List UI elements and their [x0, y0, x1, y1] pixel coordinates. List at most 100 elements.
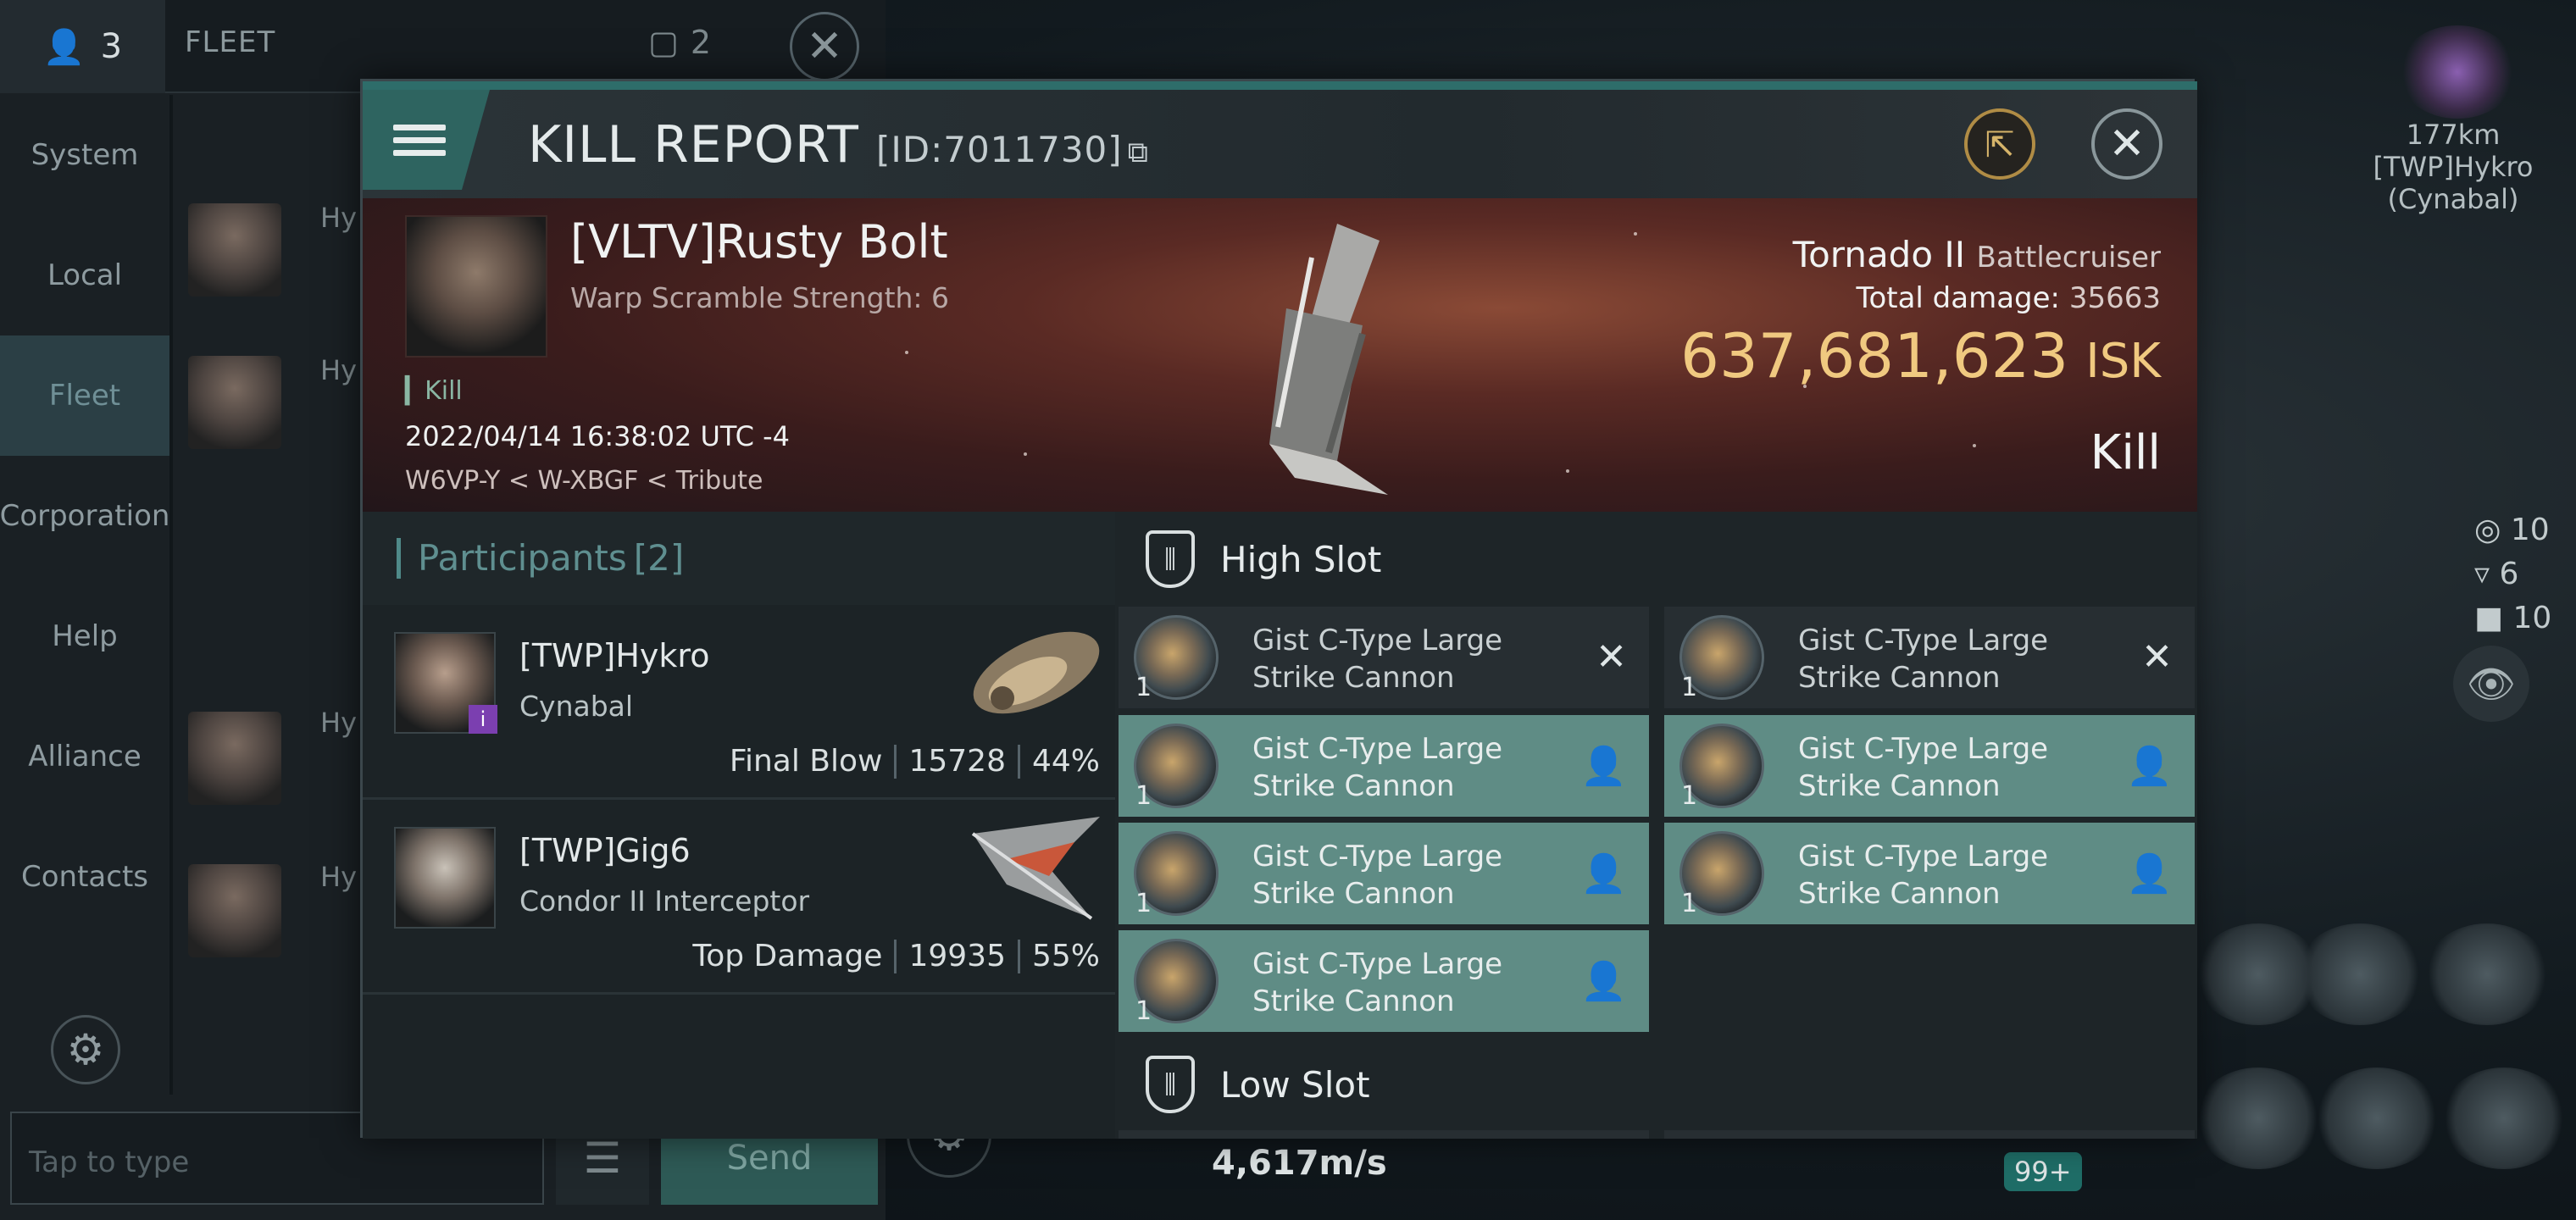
nav-local[interactable]: Local — [0, 215, 169, 336]
module-row[interactable]: 1 Gist C-Type Large Strike Cannon 👤 — [1119, 930, 1649, 1032]
chat-close-icon[interactable]: ✕ — [790, 12, 859, 81]
module-name: Gist C-Type Large Strike Cannon — [1252, 840, 1503, 911]
copy-icon[interactable]: ⧉ — [1128, 136, 1149, 169]
destroyed-x-icon: ✕ — [1596, 635, 1627, 679]
module-slot[interactable] — [2423, 923, 2551, 1025]
close-icon[interactable]: ✕ — [2091, 108, 2162, 180]
module-slot[interactable] — [2195, 1068, 2322, 1169]
participant-ship-image — [973, 631, 1100, 714]
low-slot-header: ⫼ Low Slot — [1115, 1037, 2197, 1132]
settings-gear-icon[interactable]: ⚙ — [51, 1015, 120, 1084]
nav-alliance[interactable]: Alliance — [0, 696, 169, 817]
participant-ship: Condor II Interceptor — [519, 884, 810, 918]
module-row[interactable]: 1 Gist C-Type Large Strike Cannon 👤 — [1664, 823, 2195, 924]
module-slot[interactable] — [2296, 923, 2423, 1025]
info-icon[interactable]: i — [469, 705, 497, 734]
kill-timestamp: 2022/04/14 16:38:02 UTC -4 — [405, 420, 791, 452]
nav-system[interactable]: System — [0, 95, 169, 215]
participant-stats: Top Damage 19935 55% — [692, 939, 1100, 973]
speed-readout: 4,617m/s — [1212, 1144, 1387, 1183]
module-name: Gist C-Type Large Strike Cannon — [1252, 624, 1503, 695]
chat-sender: Hy — [320, 707, 357, 739]
person-icon: 👤 — [42, 27, 86, 67]
module-name: Gist C-Type Large Strike Cannon — [1798, 732, 2049, 803]
victim-avatar[interactable] — [405, 215, 547, 358]
target-name: [TWP]Hykro — [2373, 151, 2534, 183]
shield-icon: ⫼ — [1146, 1056, 1195, 1113]
participant-name: [TWP]Hykro — [519, 637, 710, 674]
target-ship: (Cynabal) — [2387, 183, 2519, 215]
report-title: KILL REPORT — [528, 115, 859, 175]
chat-nav: System Local Fleet Corporation Help Alli… — [0, 95, 169, 937]
hud-stat: ◎ 10 — [2474, 513, 2550, 547]
chat-avatar[interactable] — [188, 356, 281, 449]
shield-icon: ⫼ — [1146, 530, 1195, 588]
module-name: Gist C-Type Large Strike Cannon — [1252, 947, 1503, 1018]
fleet-tab-label: FLEET — [185, 25, 276, 59]
participant-row[interactable]: [TWP]Gig6 Condor II Interceptor Top Dama… — [363, 800, 1117, 995]
module-row[interactable]: 1 Gist C-Type Large Strike Cannon ✕ — [1119, 607, 1649, 708]
participants-title: Participants [2] — [397, 537, 684, 579]
chat-avatar[interactable] — [188, 712, 281, 805]
participant-stats: Final Blow 15728 44% — [729, 744, 1100, 779]
fitting-panel: ⫼ High Slot 1 Gist C-Type Large Strike Ca… — [1115, 512, 2197, 1139]
module-name: Gist C-Type Large Strike Cannon — [1798, 624, 2049, 695]
victim-subtitle: Warp Scramble Strength: 6 — [570, 281, 950, 314]
target-icon[interactable] — [2398, 25, 2517, 119]
report-id: [ID:7011730] — [875, 129, 1123, 170]
result-label: Kill — [2090, 425, 2161, 480]
window-icon: ▢ — [648, 24, 679, 61]
dropped-person-icon: 👤 — [1580, 960, 1627, 1003]
nav-fleet[interactable]: Fleet — [0, 336, 169, 456]
module-slot[interactable] — [2313, 1068, 2440, 1169]
module-row[interactable]: 1 Gist C-Type Large Strike Cannon 👤 — [1664, 715, 2195, 817]
kill-report-modal: KILL REPORT [ID:7011730] ⧉ ⇱ ✕ [VLTV]Rus… — [360, 79, 2197, 1139]
module-qty: 1 — [1135, 996, 1152, 1026]
dropped-person-icon: 👤 — [2126, 745, 2173, 788]
module-row[interactable]: 1 Gist C-Type Large Strike Cannon 👤 — [1119, 715, 1649, 817]
participant-ship: Cynabal — [519, 690, 634, 723]
chat-sender: Hy — [320, 202, 357, 234]
nav-corporation[interactable]: Corporation — [0, 456, 169, 576]
member-count: 3 — [100, 27, 123, 66]
dropped-person-icon: 👤 — [2126, 852, 2173, 896]
kill-location: W6VP-Y < W-XBGF < Tribute — [405, 466, 763, 496]
target-distance: 177km — [2406, 119, 2501, 151]
module-row-partial[interactable] — [1119, 1130, 1649, 1139]
destroyed-x-icon: ✕ — [2141, 635, 2173, 679]
module-slot[interactable] — [2440, 1068, 2568, 1169]
dropped-person-icon: 👤 — [1580, 852, 1627, 896]
module-name: Gist C-Type Large Strike Cannon — [1252, 732, 1503, 803]
kill-banner: [VLTV]Rusty Bolt Warp Scramble Strength:… — [363, 198, 2197, 512]
module-qty: 1 — [1681, 673, 1698, 702]
kill-tag: ▎Kill — [405, 376, 463, 406]
module-row-partial[interactable] — [1664, 1130, 2195, 1139]
eye-icon[interactable]: 👁 — [2453, 646, 2529, 722]
module-qty: 1 — [1135, 781, 1152, 811]
nav-help[interactable]: Help — [0, 576, 169, 696]
participant-row[interactable]: i [TWP]Hykro Cynabal Final Blow 15728 44… — [363, 605, 1117, 800]
module-qty: 1 — [1681, 781, 1698, 811]
participant-ship-image — [971, 817, 1100, 920]
share-icon[interactable]: ⇱ — [1964, 108, 2035, 180]
victim-ship-image — [1269, 224, 1388, 495]
chat-avatar[interactable] — [188, 864, 281, 957]
chat-sender: Hy — [320, 861, 357, 893]
total-damage: Total damage: 35663 — [1856, 281, 2161, 315]
high-slot-header: ⫼ High Slot — [1115, 512, 2197, 607]
menu-icon[interactable] — [363, 90, 490, 190]
hud-stat: ■ 10 — [2474, 601, 2552, 635]
member-count-button[interactable]: 👤 3 — [0, 0, 165, 93]
participant-avatar[interactable] — [394, 827, 496, 929]
nav-contacts[interactable]: Contacts — [0, 817, 169, 937]
module-qty: 1 — [1135, 673, 1152, 702]
module-qty: 1 — [1135, 889, 1152, 918]
victim-name[interactable]: [VLTV]Rusty Bolt — [570, 215, 948, 269]
nav-divider — [169, 95, 173, 1095]
module-row[interactable]: 1 Gist C-Type Large Strike Cannon ✕ — [1664, 607, 2195, 708]
ship-name-line: Tornado II Battlecruiser — [1786, 234, 2161, 275]
fleet-window-count[interactable]: ▢ 2 — [648, 24, 711, 61]
module-row[interactable]: 1 Gist C-Type Large Strike Cannon 👤 — [1119, 823, 1649, 924]
participant-name: [TWP]Gig6 — [519, 832, 691, 869]
chat-avatar[interactable] — [188, 203, 281, 297]
